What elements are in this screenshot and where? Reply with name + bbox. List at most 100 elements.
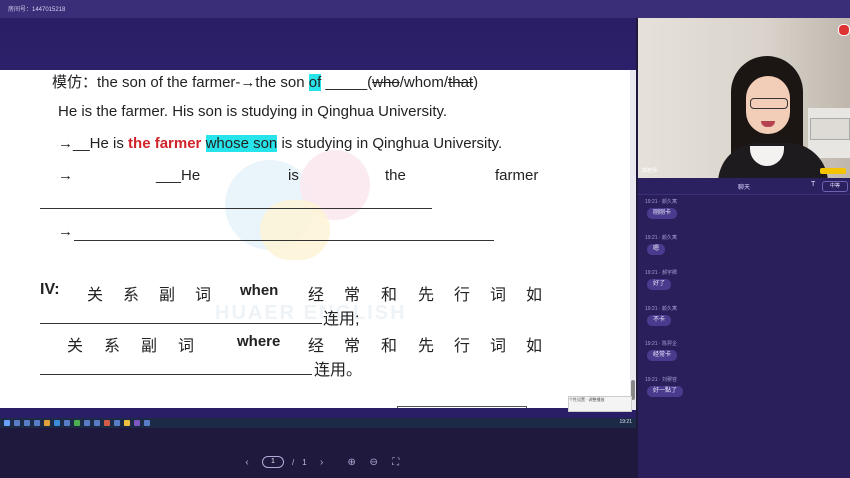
cn-end-text: 连用。 [314,362,363,379]
next-page-icon[interactable]: › [315,455,329,469]
cn-char: 词 [490,287,507,304]
record-icon[interactable] [838,24,850,36]
chat-meta: 19:21 · 颜久寓 [645,306,677,312]
cn-char: 副 [141,338,158,355]
cn-char: 如 [526,338,543,355]
line4-word-the: the [385,167,406,184]
line1-blank: _____( [321,74,373,91]
font-size-select[interactable]: 中等 [822,181,848,192]
chat-title: 聊天 [738,185,751,191]
chat-meta: 19:21 · 颜久寓 [645,199,677,205]
answer-box [397,406,527,408]
chat-bubble: 不卡 [647,315,672,326]
cn-char: 常 [344,287,361,304]
page-total: 1 [302,457,307,467]
cn-char: 如 [526,287,543,304]
task-view-icon[interactable] [24,420,30,426]
cn-char: 词 [490,338,507,355]
answer-blank-line [74,240,494,241]
chat-meta: 19:21 · 刘穆容 [645,377,677,383]
line1-that-struck: that [448,74,474,91]
video-printer [810,118,850,140]
line1-close: ) [473,74,479,91]
prev-page-icon[interactable]: ‹ [240,455,254,469]
page-separator: / [292,457,295,467]
line4-word-farmer: farmer [495,167,539,184]
mini-toolbar-label: 个性设置 · 调整播放 [569,397,605,402]
teacher-video[interactable]: 郭老师 [638,18,850,178]
line3-highlight: whose son [205,135,278,152]
zoom-out-icon[interactable]: ⊖ [367,455,381,469]
cn-char: 先 [418,338,435,355]
chat-meta: 19:21 · 郝宇卿 [645,270,677,276]
zoom-in-icon[interactable]: ⊕ [345,455,359,469]
line1-who-struck: who [372,74,400,91]
font-size-icon[interactable]: T [811,181,815,188]
line3-arrow: →__He is [58,135,129,152]
room-id-label: 房间号：1447015218 [8,7,66,13]
answer-blank-line [40,208,432,209]
top-bar: 房间号：1447015218 [0,0,850,18]
windows-taskbar: 19:21 [0,418,636,428]
cn-char: 词 [195,287,212,304]
answer-blank-line [40,323,322,324]
chat-bubble: 嗯 [647,244,666,255]
app-icon[interactable] [74,420,80,426]
chat-meta: 19:21 · 颜久寓 [645,235,677,241]
line3-rest: is studying in Qinghua University. [277,135,503,152]
chat-bubble: 刚刚卡 [647,208,678,219]
chat-bubble: 经常卡 [647,350,678,361]
cn-char: 关 [87,287,104,304]
cn-char: 常 [344,338,361,355]
app-icon[interactable] [34,420,40,426]
page-navigation: ‹ 1 / 1 › ⊕ ⊖ ⛶ [240,452,403,472]
teacher-glasses [750,98,788,109]
cn-char: 词 [178,338,195,355]
browser-icon[interactable] [54,420,60,426]
cn-char: 先 [418,287,435,304]
section4-label: IV: [40,281,60,298]
fullscreen-icon[interactable]: ⛶ [389,455,403,469]
mini-toolbar[interactable]: 个性设置 · 调整播放 [568,396,632,412]
app-icon[interactable] [84,420,90,426]
slide-line-imitate: 模仿：the son of the farmer-→the son of ___… [52,71,478,92]
line1-of-highlight: of [308,74,322,91]
cn-char: 经 [308,338,325,355]
app-icon[interactable] [134,420,140,426]
cn-end-text: 连用; [323,311,360,328]
slide-line-example: He is the farmer. His son is studying in… [58,103,448,120]
app-icon[interactable] [104,420,110,426]
folder-icon[interactable] [44,420,50,426]
cn-char: 系 [123,287,140,304]
answer-blank-line [40,374,312,375]
taskbar-clock: 19:21 [619,419,632,425]
chat-bubble: 好一點了 [647,386,684,397]
app-icon[interactable] [114,420,120,426]
app-icon[interactable] [124,420,130,426]
cn-char: 经 [308,287,325,304]
search-icon[interactable] [14,420,20,426]
chat-meta: 19:21 · 陈羿企 [645,341,677,347]
cn-char: 副 [159,287,176,304]
cn-char: 和 [381,287,398,304]
word-when: when [240,282,279,299]
line4-word-is: is [288,167,299,184]
line1-prefix: 模仿：the son of the farmer-→the son [52,74,309,91]
app-icon[interactable] [144,420,150,426]
cn-char: 关 [67,338,84,355]
start-icon[interactable] [4,420,10,426]
word-where: where [237,333,281,350]
line5-arrow: → [58,223,73,240]
line1-whom: /whom/ [399,74,449,91]
app-icon[interactable] [64,420,70,426]
page-number-input[interactable]: 1 [262,456,284,468]
chat-bubble: 好了 [647,279,672,290]
app-icon[interactable] [94,420,100,426]
line3-red-text: the farmer [128,135,202,152]
slide-scrollbar[interactable] [630,70,636,410]
line4-arrow: → [58,167,73,184]
chat-header: 聊天 [638,178,850,195]
cn-char: 系 [104,338,121,355]
slide-line-answer: →__He is the farmer whose son is studyin… [58,135,502,152]
courseware-slide: HUAER ENGLISH 模仿：the son of the farmer-→… [0,70,636,408]
